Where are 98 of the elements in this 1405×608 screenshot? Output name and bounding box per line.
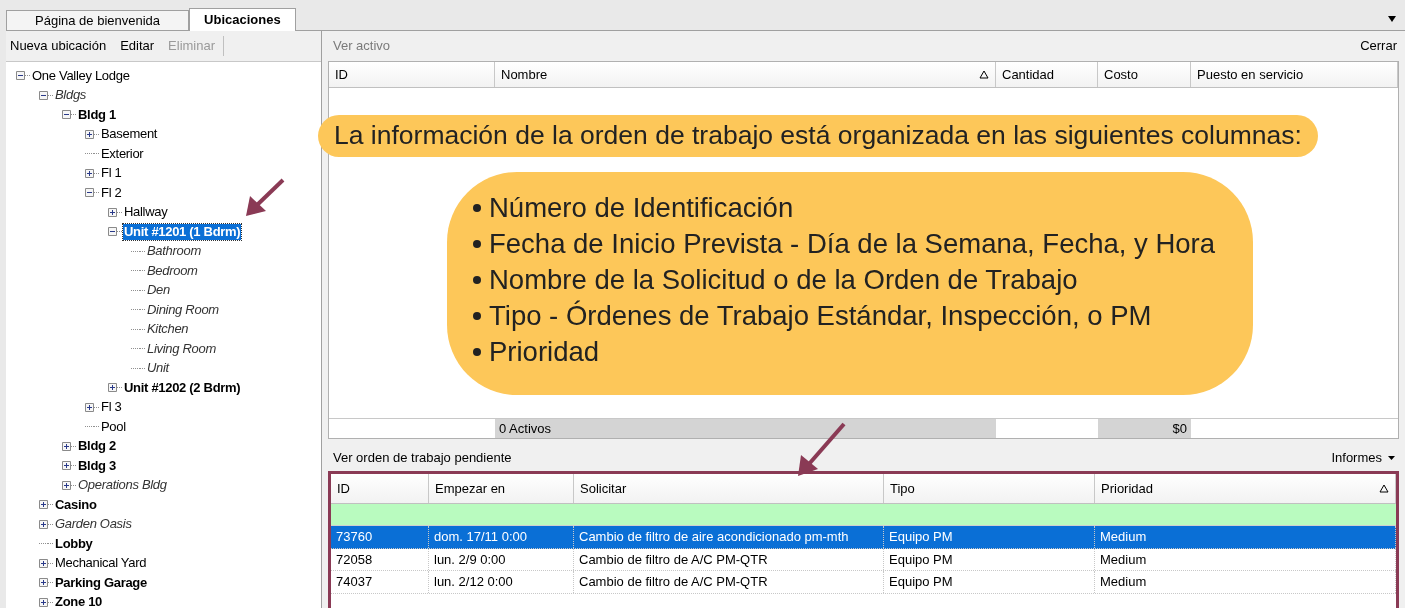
list-item: Número de Identificación <box>489 190 794 225</box>
table-cell: Equipo PM <box>884 526 1095 548</box>
tree-item[interactable]: Bldg 1 <box>77 106 117 123</box>
table-cell: dom. 17/11 0:00 <box>429 526 574 548</box>
collapse-icon[interactable] <box>16 71 25 81</box>
expand-icon[interactable] <box>85 402 94 412</box>
expand-icon[interactable] <box>39 558 48 568</box>
tree-item[interactable]: Dining Room <box>146 301 220 318</box>
column-header[interactable]: Costo <box>1098 62 1191 87</box>
table-row[interactable]: 72058 lun. 2/9 0:00 Cambio de filtro de A/C PM-QTR Equipo PM Medium <box>331 548 1396 571</box>
panel-title: Ver activo <box>333 37 391 56</box>
column-header[interactable]: Empezar en <box>429 474 574 503</box>
expand-icon[interactable] <box>39 500 48 510</box>
table-cell: 74037 <box>331 571 429 593</box>
bullet-icon <box>473 347 481 356</box>
tree-item[interactable]: Basement <box>100 126 159 143</box>
tree-item[interactable]: Fl 2 <box>100 184 123 201</box>
table-row[interactable]: 73760 dom. 17/11 0:00 Cambio de filtro de aire acondicionado pm-mth Equipo PM Medium <box>331 526 1396 549</box>
summary-cell: $0 <box>1098 418 1191 438</box>
tree-item[interactable]: Fl 3 <box>100 399 123 416</box>
tree-item[interactable]: One Valley Lodge <box>31 67 131 84</box>
expand-icon[interactable] <box>39 578 48 588</box>
list-item: Nombre de la Solicitud o de la Orden de Trabajo <box>489 262 1078 297</box>
tab[interactable]: Página de bienvenida <box>6 10 190 30</box>
tree-item[interactable]: Exterior <box>100 145 145 162</box>
expand-icon[interactable] <box>108 207 117 217</box>
column-header[interactable]: ID <box>331 474 429 503</box>
table-cell: Medium <box>1095 526 1396 548</box>
table-cell: lun. 2/9 0:00 <box>429 548 574 570</box>
tree-item[interactable]: Bldgs <box>54 87 88 104</box>
table-cell: Medium <box>1095 571 1396 593</box>
list-item: Tipo - Órdenes de Trabajo Estándar, Inspección, o PM <box>489 298 1152 333</box>
tree-item[interactable]: Pool <box>100 418 127 435</box>
expand-icon[interactable] <box>62 480 71 490</box>
toolbar-button[interactable]: Editar <box>120 36 155 56</box>
table-cell: Medium <box>1095 548 1396 570</box>
tree-item[interactable]: Mechanical Yard <box>54 555 148 572</box>
tree-item[interactable]: Unit #1202 (2 Bdrm) <box>123 379 242 396</box>
table-cell: Cambio de filtro de A/C PM-QTR <box>574 548 884 570</box>
table-cell: 73760 <box>331 526 429 548</box>
bullet-icon <box>473 311 481 320</box>
tree-item[interactable]: Garden Oasis <box>54 516 133 533</box>
toolbar-button[interactable]: Nueva ubicación <box>10 36 107 56</box>
table-cell: Cambio de filtro de A/C PM-QTR <box>574 571 884 593</box>
table-cell: Cambio de filtro de aire acondicionado pm-mth <box>574 526 884 548</box>
column-header[interactable]: Puesto en servicio <box>1191 62 1398 87</box>
expand-icon[interactable] <box>108 383 117 393</box>
list-item: Fecha de Inicio Prevista - Día de la Semana, Fecha, y Hora <box>489 226 1216 261</box>
tree-item[interactable]: Unit #1201 (1 Bdrm) <box>123 223 242 240</box>
tree-item[interactable]: Bedroom <box>146 262 199 279</box>
summary-cell: 0 Activos <box>495 418 996 438</box>
tree-item[interactable]: Bathroom <box>146 243 202 260</box>
arrow-icon <box>244 178 286 218</box>
reports-button[interactable]: Informes <box>1331 448 1399 468</box>
collapse-icon[interactable] <box>39 90 48 100</box>
caret-icon <box>1388 456 1395 460</box>
collapse-icon[interactable] <box>108 227 117 237</box>
bullet-icon <box>473 275 481 284</box>
collapse-icon[interactable] <box>85 188 94 198</box>
column-header[interactable]: ID <box>329 62 495 87</box>
tab[interactable]: Ubicaciones <box>189 8 296 31</box>
expand-icon[interactable] <box>62 441 71 451</box>
tree-item[interactable]: Zone 10 <box>54 594 104 608</box>
tree-item[interactable]: Parking Garage <box>54 574 148 591</box>
collapse-icon[interactable] <box>62 110 71 120</box>
tree-item[interactable]: Living Room <box>146 340 217 357</box>
tree-item[interactable]: Bldg 3 <box>77 457 117 474</box>
column-header[interactable]: Cantidad <box>996 62 1098 87</box>
expand-icon[interactable] <box>85 129 94 139</box>
list-item: Prioridad <box>489 334 600 369</box>
bullet-icon <box>473 239 481 248</box>
tree-item[interactable]: Hallway <box>123 204 169 221</box>
table-cell: Equipo PM <box>884 548 1095 570</box>
expand-icon[interactable] <box>85 168 94 178</box>
expand-icon[interactable] <box>62 461 71 471</box>
column-header[interactable]: Prioridad <box>1095 474 1396 503</box>
bullet-icon <box>473 203 481 212</box>
column-header[interactable]: Tipo <box>884 474 1095 503</box>
expand-icon[interactable] <box>39 519 48 529</box>
table-row[interactable]: 74037 lun. 2/12 0:00 Cambio de filtro de A/C PM-QTR Equipo PM Medium <box>331 571 1396 594</box>
tree-item[interactable]: Unit <box>146 360 170 377</box>
callout-heading: La información de la orden de trabajo está organizada en las siguientes columnas: <box>318 115 1318 157</box>
tree-item[interactable]: Bldg 2 <box>77 438 117 455</box>
tree-item[interactable]: Den <box>146 282 171 299</box>
tree-item[interactable]: Casino <box>54 496 98 513</box>
column-header[interactable]: Solicitar <box>574 474 884 503</box>
dropdown-icon[interactable] <box>1388 16 1396 22</box>
close-button[interactable]: Cerrar <box>1360 36 1399 56</box>
tree-item[interactable]: Kitchen <box>146 321 190 338</box>
table-cell: Equipo PM <box>884 571 1095 593</box>
column-header[interactable]: Nombre <box>495 62 996 87</box>
table-cell: lun. 2/12 0:00 <box>429 571 574 593</box>
tree-item[interactable]: Lobby <box>54 535 94 552</box>
panel-title: Ver orden de trabajo pendiente <box>333 449 512 468</box>
tree-item[interactable]: Fl 1 <box>100 165 123 182</box>
tree-item[interactable]: Operations Bldg <box>77 477 168 494</box>
table-cell: 72058 <box>331 548 429 570</box>
expand-icon[interactable] <box>39 597 48 607</box>
